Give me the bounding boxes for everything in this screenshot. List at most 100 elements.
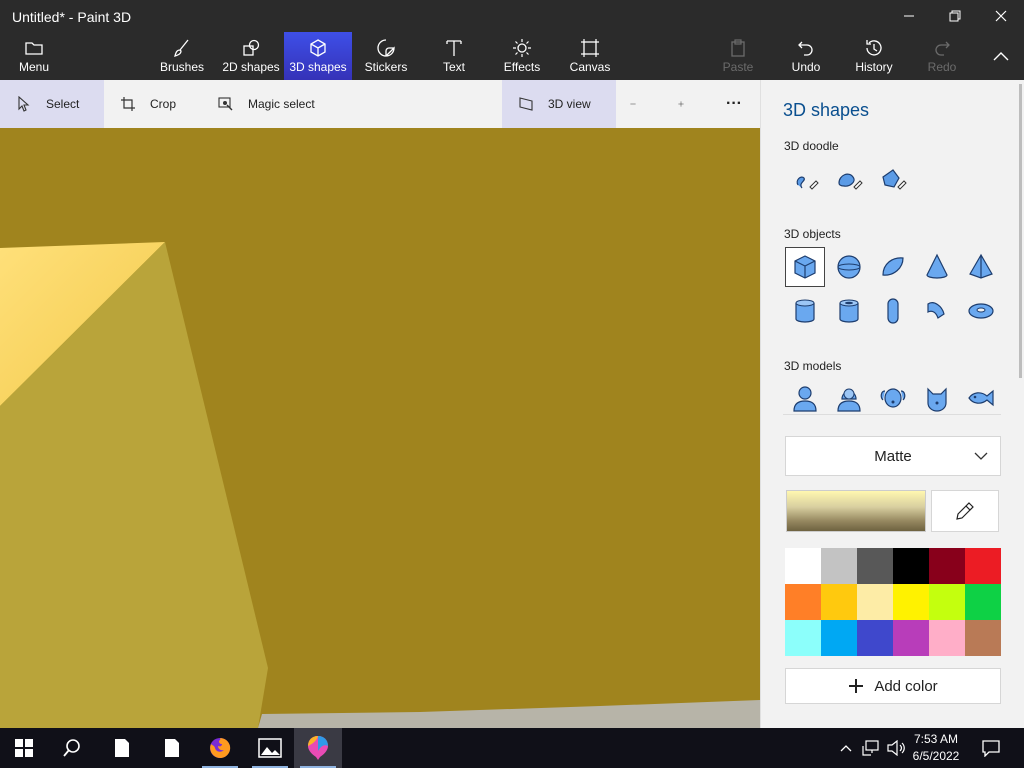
paste-button[interactable]: Paste: [714, 32, 762, 80]
tab-brushes[interactable]: Brushes: [158, 32, 206, 80]
color-swatch[interactable]: [821, 548, 857, 584]
color-swatch[interactable]: [929, 584, 965, 620]
clock-date: 6/5/2022: [912, 749, 960, 763]
tab-stickers[interactable]: Stickers: [362, 32, 410, 80]
document-icon: [115, 739, 129, 757]
color-swatch[interactable]: [965, 584, 1001, 620]
pyramid-object-button[interactable]: [961, 247, 1001, 287]
capsule-object-button[interactable]: [873, 291, 913, 331]
redo-button[interactable]: Redo: [918, 32, 966, 80]
system-clock[interactable]: 7:53 AM 6/5/2022: [904, 731, 968, 765]
color-swatch[interactable]: [965, 548, 1001, 584]
material-dropdown[interactable]: Matte: [785, 436, 1001, 476]
cube-object-button[interactable]: [785, 247, 825, 287]
add-color-button[interactable]: Add color: [785, 668, 1001, 704]
crop-label: Crop: [150, 97, 177, 111]
tab-2d-shapes[interactable]: 2D shapes: [220, 32, 282, 80]
close-button[interactable]: [978, 0, 1024, 32]
color-swatch[interactable]: [893, 548, 929, 584]
tube-object-button[interactable]: [829, 291, 869, 331]
tube-icon: [839, 299, 859, 323]
cylinder-object-button[interactable]: [785, 291, 825, 331]
cat-model-button[interactable]: [917, 378, 957, 418]
undo-icon: [798, 41, 813, 56]
taskbar-photos[interactable]: [246, 728, 294, 768]
panel-title: 3D shapes: [783, 100, 870, 120]
title-and-ribbon: Untitled* - Paint 3D Menu Brushes 2D sha…: [0, 0, 1024, 80]
color-swatch[interactable]: [821, 620, 857, 656]
man-icon: [793, 386, 817, 412]
color-swatch[interactable]: [929, 620, 965, 656]
color-swatch[interactable]: [857, 584, 893, 620]
taskbar-file-1[interactable]: [98, 728, 146, 768]
tube-doodle-button[interactable]: [873, 160, 913, 200]
magic-select-button[interactable]: Magic select: [218, 80, 338, 128]
taskbar-file-2[interactable]: [148, 728, 196, 768]
tab-text[interactable]: Text: [430, 32, 478, 80]
drawing-canvas[interactable]: [0, 128, 760, 728]
section-divider: [783, 414, 1001, 415]
select-button[interactable]: Select: [0, 80, 104, 128]
models-heading: 3D models: [784, 359, 842, 373]
menu-button[interactable]: Menu: [10, 32, 58, 80]
3d-view-label: 3D view: [548, 97, 591, 111]
tab-label: Effects: [503, 60, 541, 74]
sharp-edge-doodle-button[interactable]: [785, 160, 825, 200]
soft-edge-doodle-button[interactable]: [829, 160, 869, 200]
hemisphere-object-button[interactable]: [873, 247, 913, 287]
history-button[interactable]: History: [850, 32, 898, 80]
action-center-button[interactable]: [968, 728, 1014, 768]
panel-scrollbar[interactable]: [1019, 84, 1022, 378]
tab-canvas[interactable]: Canvas: [566, 32, 614, 80]
color-swatch[interactable]: [785, 584, 821, 620]
magic-select-label: Magic select: [248, 97, 315, 111]
objects-heading: 3D objects: [784, 227, 841, 241]
more-options-button[interactable]: ···: [726, 80, 750, 128]
color-swatch[interactable]: [893, 620, 929, 656]
color-swatch[interactable]: [857, 620, 893, 656]
canvas-scene: [0, 128, 760, 728]
zoom-in-button[interactable]: [678, 80, 698, 128]
tab-3d-shapes[interactable]: 3D shapes: [284, 32, 352, 80]
color-palette: [785, 548, 1001, 656]
sphere-object-button[interactable]: [829, 247, 869, 287]
minimize-button[interactable]: [886, 0, 932, 32]
zoom-out-button[interactable]: [630, 80, 650, 128]
curved-tube-icon: [927, 302, 945, 319]
tab-effects[interactable]: Effects: [498, 32, 546, 80]
color-swatch[interactable]: [893, 584, 929, 620]
restore-button[interactable]: [932, 0, 978, 32]
woman-model-button[interactable]: [829, 378, 869, 418]
current-color-swatch[interactable]: [786, 490, 926, 532]
man-model-button[interactable]: [785, 378, 825, 418]
color-swatch[interactable]: [929, 548, 965, 584]
cone-object-button[interactable]: [917, 247, 957, 287]
start-button[interactable]: [0, 728, 48, 768]
show-hidden-icons-button[interactable]: [834, 728, 858, 768]
cone-icon: [926, 253, 948, 279]
taskbar-paint-3d[interactable]: [294, 728, 342, 768]
undo-button[interactable]: Undo: [782, 32, 830, 80]
eyedropper-button[interactable]: [931, 490, 999, 532]
minus-icon: [630, 103, 636, 105]
color-swatch[interactable]: [785, 620, 821, 656]
curved-tube-object-button[interactable]: [917, 291, 957, 331]
search-button[interactable]: [48, 728, 96, 768]
donut-object-button[interactable]: [961, 291, 1001, 331]
crop-button[interactable]: Crop: [120, 80, 200, 128]
network-icon-button[interactable]: [858, 728, 884, 768]
3d-view-button[interactable]: 3D view: [502, 80, 616, 128]
dog-model-button[interactable]: [873, 378, 913, 418]
color-swatch[interactable]: [785, 548, 821, 584]
taskbar-firefox[interactable]: [196, 728, 244, 768]
doodle-heading: 3D doodle: [784, 139, 839, 153]
paste-label: Paste: [722, 60, 754, 74]
fish-model-button[interactable]: [961, 378, 1001, 418]
crop-icon: [121, 97, 135, 111]
color-swatch[interactable]: [821, 584, 857, 620]
color-swatch[interactable]: [857, 548, 893, 584]
collapse-ribbon-button[interactable]: [978, 40, 1024, 72]
cube-icon: [310, 39, 326, 57]
color-swatch[interactable]: [965, 620, 1001, 656]
firefox-icon: [210, 737, 231, 758]
